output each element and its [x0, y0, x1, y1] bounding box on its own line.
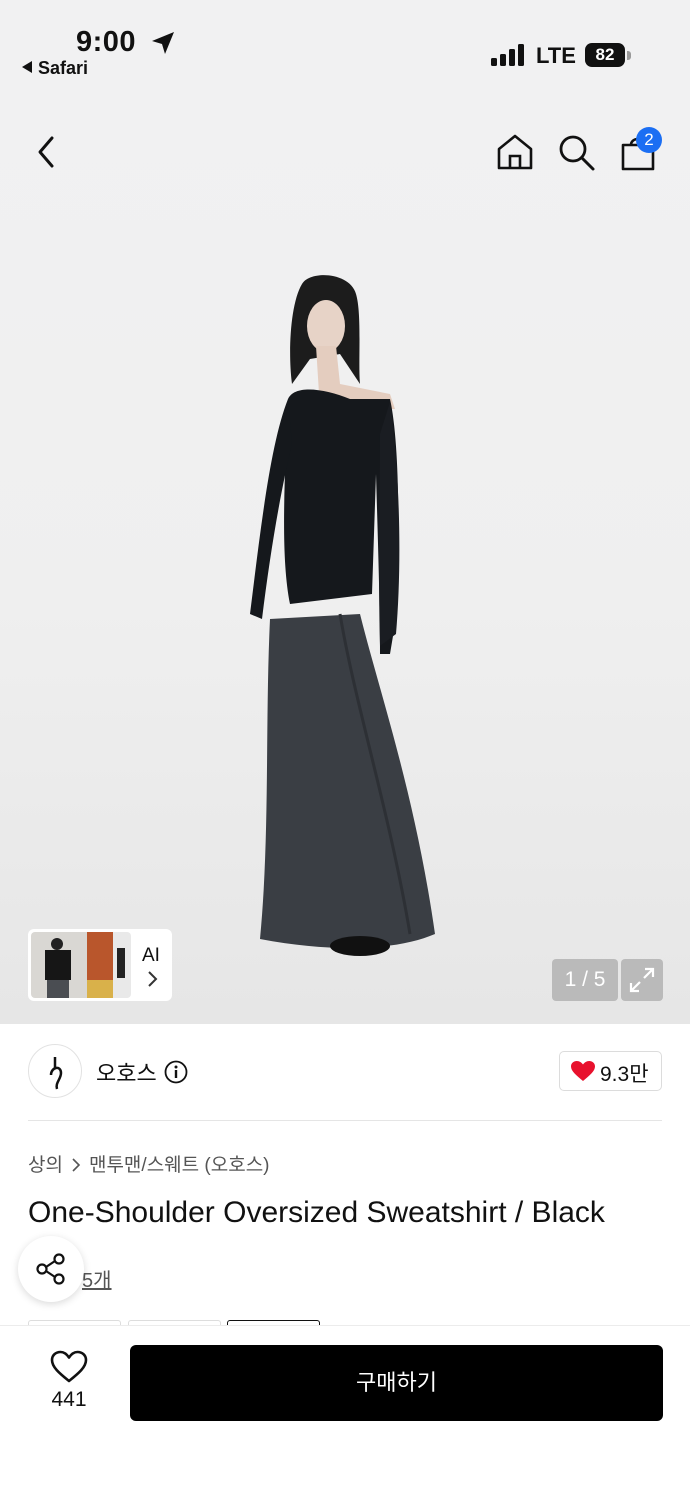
info-icon[interactable] — [164, 1060, 188, 1084]
wish-count: 441 — [51, 1388, 87, 1411]
back-chevron-icon[interactable] — [32, 134, 64, 170]
battery-level: 82 — [585, 43, 625, 67]
brand-logo-mark — [49, 1057, 63, 1090]
divider — [28, 1120, 662, 1121]
back-app-label: Safari — [38, 58, 89, 78]
breadcrumb-category[interactable]: 상의 — [28, 1155, 63, 1176]
buy-button[interactable]: 구매하기 — [130, 1345, 663, 1421]
brand-logo[interactable] — [28, 1044, 82, 1098]
chevron-right-icon[interactable] — [145, 970, 159, 988]
status-bar: 9:00 Safari LTE 82 — [0, 0, 690, 96]
ai-label[interactable]: AI — [142, 945, 160, 967]
back-to-safari[interactable]: Safari — [22, 58, 88, 79]
breadcrumb: 상의 맨투맨/스웨트 (오호스) — [28, 1150, 270, 1177]
share-button[interactable] — [18, 1236, 84, 1302]
review-count-text[interactable]: 5개 — [82, 1270, 112, 1292]
share-icon — [36, 1253, 65, 1285]
signal-bars-icon — [491, 44, 524, 66]
brand-like-count: 9.3만 — [600, 1063, 649, 1086]
heart-filled-icon — [571, 1061, 595, 1081]
location-arrow-icon — [152, 32, 174, 54]
cart-count-badge: 2 — [636, 127, 662, 153]
status-time: 9:00 — [76, 26, 137, 58]
product-title: One-Shoulder Oversized Sweatshirt / Blac… — [28, 1196, 605, 1229]
back-triangle-icon — [22, 61, 32, 73]
image-counter: 1 / 5 — [552, 959, 618, 1001]
ai-thumbnail-images — [31, 932, 131, 998]
product-image-gallery[interactable]: 2 1 / 5 — [0, 96, 690, 1024]
expand-image-button[interactable] — [621, 959, 663, 1001]
home-icon[interactable] — [495, 132, 535, 172]
breadcrumb-subcategory[interactable]: 맨투맨/스웨트 (오호스) — [89, 1155, 270, 1176]
battery-cap — [627, 51, 631, 60]
network-type: LTE — [536, 43, 576, 68]
heart-outline-icon[interactable] — [50, 1350, 88, 1384]
product-photo — [250, 275, 435, 956]
brand-name[interactable]: 오호스 — [96, 1056, 157, 1088]
expand-icon — [629, 967, 655, 993]
search-icon[interactable] — [556, 132, 596, 172]
chevron-right-icon — [72, 1158, 81, 1172]
